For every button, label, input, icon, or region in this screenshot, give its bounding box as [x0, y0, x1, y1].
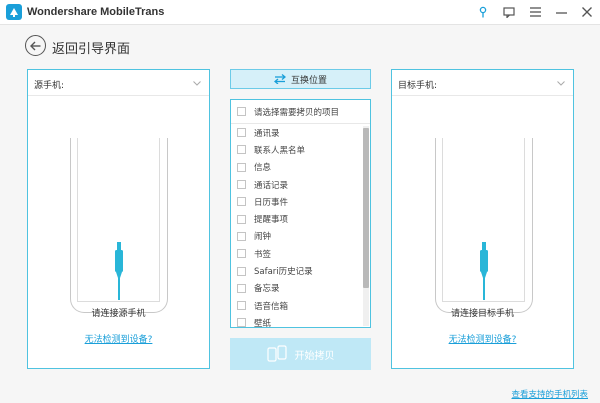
select-all-row[interactable]: 请选择需要拷贝的项目 — [231, 100, 370, 124]
target-detect-help-link[interactable]: 无法检测到设备? — [392, 332, 573, 345]
item-checkbox[interactable] — [237, 283, 246, 293]
app-logo-icon — [6, 4, 22, 20]
item-checkbox[interactable] — [237, 197, 246, 207]
source-phone-panel: 源手机: 请连接源手机 无法检测到设备? — [27, 69, 210, 369]
list-item[interactable]: 语音信箱 — [231, 297, 363, 314]
source-detect-help-link[interactable]: 无法检测到设备? — [28, 332, 209, 345]
list-item[interactable]: 通讯录 — [231, 124, 363, 141]
item-checkbox[interactable] — [237, 145, 246, 155]
source-phone-label: 源手机: — [34, 81, 65, 91]
window-controls — [476, 5, 594, 19]
title-bar: Wondershare MobileTrans — [0, 0, 600, 25]
connect-source-label: 请连接源手机 — [91, 309, 146, 319]
swap-arrows-icon — [273, 74, 286, 84]
list-item[interactable]: 日历事件 — [231, 193, 363, 210]
close-icon[interactable] — [580, 5, 594, 19]
back-button[interactable] — [25, 35, 46, 56]
item-checkbox[interactable] — [237, 162, 246, 172]
target-phone-dropdown[interactable]: 目标手机: — [392, 70, 573, 96]
swap-button[interactable]: 互换位置 — [230, 69, 371, 89]
chevron-down-icon — [193, 79, 201, 89]
target-phone-label: 目标手机: — [398, 81, 438, 91]
usb-cable-icon — [480, 242, 488, 300]
usb-cable-icon — [115, 242, 123, 300]
item-label: 日历事件 — [254, 197, 289, 208]
chevron-down-icon — [557, 79, 565, 89]
item-label: 提醒事项 — [254, 215, 289, 226]
pin-icon[interactable] — [476, 5, 490, 19]
item-label: 通讯录 — [254, 128, 280, 139]
item-label: 闹钟 — [254, 232, 272, 243]
app-title: Wondershare MobileTrans — [27, 6, 165, 18]
list-item[interactable]: 提醒事项 — [231, 210, 363, 227]
list-item[interactable]: 通话记录 — [231, 176, 363, 193]
item-label: Safari历史记录 — [254, 267, 313, 278]
item-label: 备忘录 — [254, 284, 280, 295]
list-item[interactable]: 信息 — [231, 159, 363, 176]
item-label: 壁纸 — [254, 318, 272, 328]
back-label[interactable]: 返回引导界面 — [52, 38, 130, 57]
item-label: 书签 — [254, 249, 272, 260]
feedback-icon[interactable] — [502, 5, 516, 19]
item-label: 语音信箱 — [254, 301, 289, 312]
list-item[interactable]: 闹钟 — [231, 228, 363, 245]
start-copy-button[interactable]: 开始拷贝 — [230, 338, 371, 370]
item-checkbox[interactable] — [237, 128, 246, 138]
list-item[interactable]: Safari历史记录 — [231, 262, 363, 279]
item-checkbox[interactable] — [237, 180, 246, 190]
item-label: 信息 — [254, 163, 272, 174]
swap-label: 互换位置 — [290, 75, 327, 86]
copy-phones-icon — [266, 345, 287, 362]
connect-target-label: 请连接目标手机 — [450, 309, 514, 319]
content-items: 通讯录 联系人黑名单 信息 通话记录 日历事件 提醒事项 闹钟 书签 Safar… — [231, 124, 363, 328]
item-label: 通话记录 — [254, 180, 289, 191]
minimize-icon[interactable] — [554, 5, 568, 19]
item-checkbox[interactable] — [237, 301, 246, 311]
list-item[interactable]: 备忘录 — [231, 280, 363, 297]
scrollbar-thumb[interactable] — [363, 128, 369, 288]
item-checkbox[interactable] — [237, 231, 246, 241]
arrow-left-icon — [30, 41, 41, 50]
menu-icon[interactable] — [528, 5, 542, 19]
item-label: 联系人黑名单 — [254, 145, 306, 156]
item-checkbox[interactable] — [237, 249, 246, 259]
item-checkbox[interactable] — [237, 318, 246, 327]
target-phone-panel: 目标手机: 请连接目标手机 无法检测到设备? — [391, 69, 574, 369]
select-all-checkbox[interactable] — [237, 107, 246, 116]
content-list-panel: 请选择需要拷贝的项目 通讯录 联系人黑名单 信息 通话记录 日历事件 提醒事项 … — [230, 99, 371, 328]
start-copy-label: 开始拷贝 — [294, 350, 335, 362]
list-item[interactable]: 书签 — [231, 245, 363, 262]
select-all-label: 请选择需要拷贝的项目 — [254, 107, 340, 118]
source-phone-dropdown[interactable]: 源手机: — [28, 70, 209, 96]
supported-phones-link[interactable]: 查看支持的手机列表 — [511, 388, 588, 400]
list-item[interactable]: 联系人黑名单 — [231, 141, 363, 158]
list-item[interactable]: 壁纸 — [231, 314, 363, 328]
item-checkbox[interactable] — [237, 266, 246, 276]
item-checkbox[interactable] — [237, 214, 246, 224]
